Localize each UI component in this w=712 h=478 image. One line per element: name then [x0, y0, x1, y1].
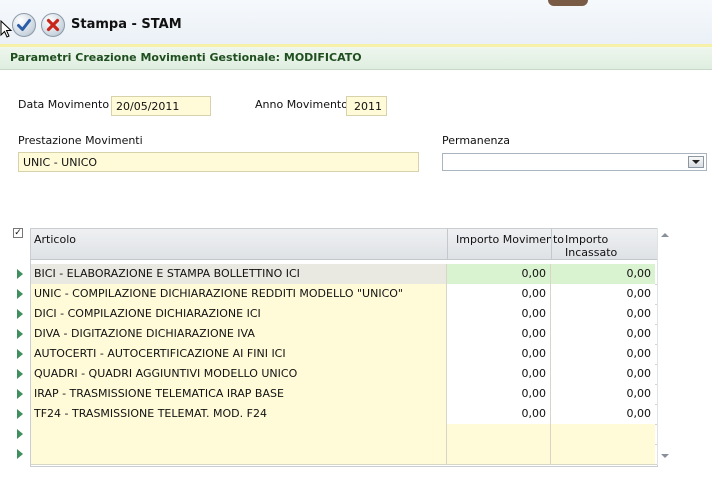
importo-incassato-cell[interactable]: 0,00: [551, 284, 655, 304]
x-icon: [46, 18, 60, 32]
dropdown-button[interactable]: [688, 156, 704, 168]
row-indicator-icon[interactable]: [16, 329, 24, 339]
cancel-button[interactable]: [41, 13, 65, 37]
row-indicator-icon[interactable]: [16, 389, 24, 399]
importo-movimento-cell[interactable]: 0,00: [447, 344, 551, 364]
table-row[interactable]: IRAP - TRASMISSIONE TELEMATICA IRAP BASE…: [31, 384, 657, 405]
row-indicator-icon[interactable]: [16, 269, 24, 279]
scroll-down-icon[interactable]: [661, 453, 669, 459]
importo-incassato-cell[interactable]: 0,00: [551, 304, 655, 324]
importo-incassato-cell[interactable]: 0,00: [551, 384, 655, 404]
confirm-button[interactable]: [12, 13, 36, 37]
importo-movimento-cell[interactable]: 0,00: [447, 304, 551, 324]
articolo-cell[interactable]: IRAP - TRASMISSIONE TELEMATICA IRAP BASE: [31, 384, 447, 404]
column-separator: [447, 229, 448, 259]
column-header-importo-incassato[interactable]: Importo Incassato: [565, 233, 657, 259]
grid-header: Articolo Importo Movimento Importo Incas…: [31, 229, 657, 260]
chevron-down-icon: [692, 160, 700, 164]
select-all-checkbox[interactable]: ✓: [13, 228, 23, 238]
importo-movimento-cell[interactable]: 0,00: [447, 264, 551, 284]
articoli-grid: Articolo Importo Movimento Importo Incas…: [30, 228, 658, 467]
row-indicator-icon[interactable]: [16, 289, 24, 299]
importo-incassato-cell[interactable]: 0,00: [551, 364, 655, 384]
importo-incassato-cell[interactable]: 0,00: [551, 344, 655, 364]
table-row[interactable]: [31, 424, 657, 445]
prestazione-label: Prestazione Movimenti: [18, 134, 143, 147]
importo-movimento-cell[interactable]: 0,00: [447, 324, 551, 344]
articolo-cell[interactable]: UNIC - COMPILAZIONE DICHIARAZIONE REDDIT…: [31, 284, 447, 304]
column-header-articolo[interactable]: Articolo: [34, 233, 76, 246]
row-indicator-icon[interactable]: [16, 429, 24, 439]
data-movimento-label: Data Movimento: [18, 98, 110, 111]
anno-movimento-label: Anno Movimento: [255, 98, 348, 111]
table-row[interactable]: DICI - COMPILAZIONE DICHIARAZIONE ICI 0,…: [31, 304, 657, 325]
importo-incassato-cell[interactable]: [551, 444, 655, 464]
prestazione-field[interactable]: UNIC - UNICO: [18, 152, 419, 172]
importo-movimento-cell[interactable]: 0,00: [447, 364, 551, 384]
articolo-cell[interactable]: DICI - COMPILAZIONE DICHIARAZIONE ICI: [31, 304, 447, 324]
scroll-up-icon[interactable]: [661, 232, 669, 238]
row-indicator-icon[interactable]: [16, 369, 24, 379]
importo-movimento-cell[interactable]: 0,00: [447, 384, 551, 404]
window-title: Stampa - STAM: [71, 17, 182, 32]
row-indicator-icon[interactable]: [16, 409, 24, 419]
importo-movimento-cell[interactable]: [447, 424, 551, 444]
table-row[interactable]: TF24 - TRASMISSIONE TELEMAT. MOD. F24 0,…: [31, 404, 657, 425]
articolo-cell[interactable]: [31, 444, 447, 464]
table-row[interactable]: [31, 444, 657, 465]
data-movimento-field[interactable]: 20/05/2011: [111, 96, 211, 116]
importo-incassato-cell[interactable]: 0,00: [551, 404, 655, 424]
row-indicator-icon[interactable]: [16, 449, 24, 459]
articolo-cell[interactable]: TF24 - TRASMISSIONE TELEMAT. MOD. F24: [31, 404, 447, 424]
importo-incassato-cell[interactable]: 0,00: [551, 324, 655, 344]
importo-incassato-cell[interactable]: 0,00: [551, 264, 655, 284]
table-row[interactable]: QUADRI - QUADRI AGGIUNTIVI MODELLO UNICO…: [31, 364, 657, 385]
anno-movimento-field[interactable]: 2011: [346, 96, 387, 116]
importo-movimento-cell[interactable]: [447, 444, 551, 464]
importo-incassato-cell[interactable]: [551, 424, 655, 444]
column-header-importo-movimento[interactable]: Importo Movimento: [456, 233, 564, 246]
articolo-cell[interactable]: [31, 424, 447, 444]
articolo-cell[interactable]: DIVA - DIGITAZIONE DICHIARAZIONE IVA: [31, 324, 447, 344]
column-separator: [551, 229, 552, 259]
row-indicator-icon[interactable]: [16, 349, 24, 359]
permanenza-select[interactable]: [442, 153, 707, 171]
articolo-cell[interactable]: BICI - ELABORAZIONE E STAMPA BOLLETTINO …: [31, 264, 447, 284]
section-header: Parametri Creazione Movimenti Gestionale…: [0, 47, 712, 70]
row-indicator-icon[interactable]: [16, 309, 24, 319]
articolo-cell[interactable]: QUADRI - QUADRI AGGIUNTIVI MODELLO UNICO: [31, 364, 447, 384]
table-row[interactable]: AUTOCERTI - AUTOCERTIFICAZIONE AI FINI I…: [31, 344, 657, 365]
background-decoration: [548, 0, 588, 6]
section-title: Parametri Creazione Movimenti Gestionale…: [10, 51, 362, 64]
check-icon: [17, 19, 31, 31]
importo-movimento-cell[interactable]: 0,00: [447, 404, 551, 424]
articolo-cell[interactable]: AUTOCERTI - AUTOCERTIFICAZIONE AI FINI I…: [31, 344, 447, 364]
vertical-scrollbar[interactable]: [657, 228, 672, 465]
table-row[interactable]: UNIC - COMPILAZIONE DICHIARAZIONE REDDIT…: [31, 284, 657, 305]
permanenza-label: Permanenza: [442, 134, 511, 147]
table-row[interactable]: DIVA - DIGITAZIONE DICHIARAZIONE IVA 0,0…: [31, 324, 657, 345]
table-row[interactable]: BICI - ELABORAZIONE E STAMPA BOLLETTINO …: [31, 264, 657, 285]
importo-movimento-cell[interactable]: 0,00: [447, 284, 551, 304]
